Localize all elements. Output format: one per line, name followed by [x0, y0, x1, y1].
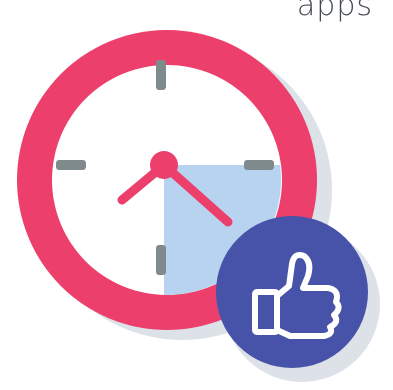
- tick-9: [56, 160, 86, 170]
- tick-6: [156, 245, 166, 275]
- tick-3: [244, 160, 274, 170]
- clock-illustration: [17, 30, 380, 382]
- thumbs-up-badge: [216, 216, 368, 368]
- clock-center: [150, 151, 178, 179]
- tick-12: [156, 60, 166, 90]
